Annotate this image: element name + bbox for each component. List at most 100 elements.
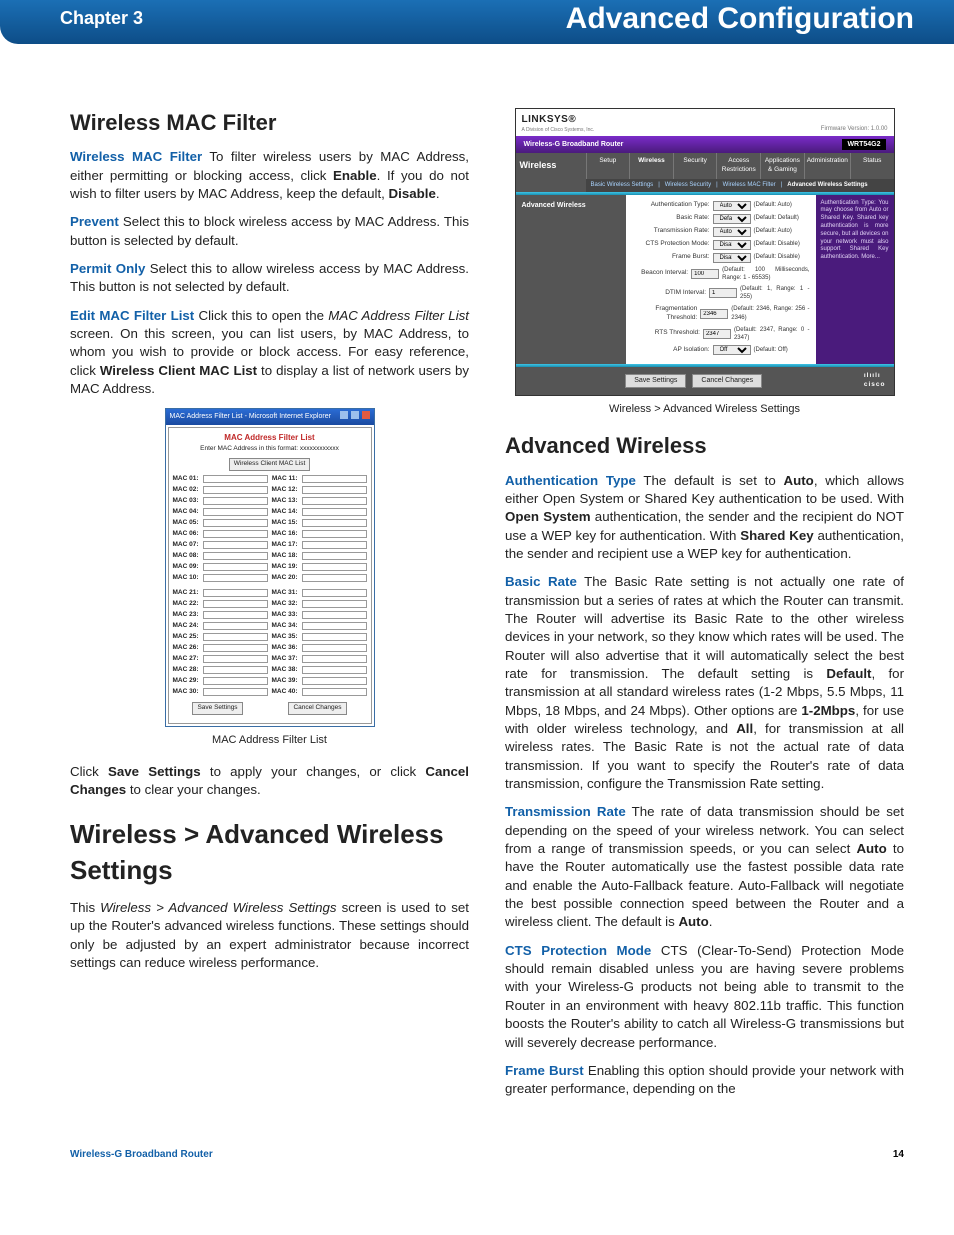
linksys-logo: LINKSYS® [522,113,595,127]
mac-input[interactable] [203,508,268,516]
mac-input[interactable] [203,589,268,597]
form-input[interactable] [700,309,728,319]
mac-input[interactable] [203,677,268,685]
aw-caption: Wireless > Advanced Wireless Settings [505,402,904,417]
mac-input[interactable] [203,633,268,641]
mac-save-button[interactable]: Save Settings [192,702,242,715]
mac-input[interactable] [203,563,268,571]
mac-input-grid-1: MAC 01:MAC 11:MAC 02:MAC 12:MAC 03:MAC 1… [173,475,367,583]
mac-input[interactable] [203,622,268,630]
mac-input[interactable] [302,611,367,619]
form-select[interactable]: Auto [713,227,751,237]
tab-status[interactable]: Status [850,153,894,179]
form-input[interactable] [691,269,719,279]
mac-input[interactable] [203,519,268,527]
mac-input[interactable] [203,552,268,560]
para-permit-only: Permit Only Select this to allow wireles… [70,260,469,297]
subtab-wireless-mac-filter[interactable]: Wireless MAC Filter [718,179,781,191]
form-row: DTIM Interval:(Default: 1, Range: 1 - 25… [632,285,810,302]
mac-input[interactable] [302,497,367,505]
sub-tabs: Basic Wireless Settings|Wireless Securit… [586,179,894,191]
close-icon[interactable] [362,411,370,419]
tab-setup[interactable]: Setup [586,153,630,179]
form-select[interactable]: Auto [713,201,751,211]
tab-access-restrictions[interactable]: Access Restrictions [716,153,760,179]
form-select[interactable]: Default [713,214,751,224]
mac-input[interactable] [203,666,268,674]
mac-input[interactable] [302,530,367,538]
form-input[interactable] [709,288,737,298]
form-select[interactable]: Disable [713,240,751,250]
subtab-wireless-security[interactable]: Wireless Security [660,179,716,191]
tab-applications-gaming[interactable]: Applications & Gaming [760,153,804,179]
tab-administration[interactable]: Administration [804,153,850,179]
mac-input[interactable] [302,622,367,630]
subtab-basic-wireless-settings[interactable]: Basic Wireless Settings [586,179,659,191]
mac-label: MAC 15: [272,519,298,528]
mac-cancel-button[interactable]: Cancel Changes [288,702,346,715]
mac-input[interactable] [302,475,367,483]
mac-input[interactable] [302,655,367,663]
form-hint: (Default: Disable) [754,253,800,261]
form-section-label: Advanced Wireless [516,195,626,365]
page-header: Chapter 3 Advanced Configuration [0,0,954,44]
mac-input[interactable] [302,666,367,674]
mac-input[interactable] [203,611,268,619]
mac-input[interactable] [203,497,268,505]
mac-input[interactable] [203,475,268,483]
aw-cancel-button[interactable]: Cancel Changes [692,374,762,388]
mac-input[interactable] [302,552,367,560]
mac-input[interactable] [302,563,367,571]
form-hint: (Default: 2347, Range: 0 - 2347) [734,326,810,343]
term-authentication-type: Authentication Type [505,473,636,488]
para-auth-type: Authentication Type The default is set t… [505,472,904,564]
form-row: CTS Protection Mode:Disable(Default: Dis… [632,240,810,250]
mac-label: MAC 38: [272,666,298,675]
aw-save-button[interactable]: Save Settings [625,374,686,388]
mac-input[interactable] [302,519,367,527]
mac-input[interactable] [203,688,268,696]
tab-security[interactable]: Security [673,153,717,179]
mac-input[interactable] [302,589,367,597]
nav-section-label: Wireless [516,153,586,191]
mac-input[interactable] [203,574,268,582]
mac-input[interactable] [203,644,268,652]
mac-input[interactable] [302,677,367,685]
mac-input[interactable] [302,486,367,494]
mac-label: MAC 27: [173,655,199,664]
form-label: Beacon Interval: [632,269,689,278]
cisco-logo: ılıılıcisco [864,372,886,390]
mac-input[interactable] [302,644,367,652]
mac-input[interactable] [203,600,268,608]
form-label: Authentication Type: [632,201,710,210]
subtab-advanced-wireless-settings[interactable]: Advanced Wireless Settings [782,179,872,191]
mac-input[interactable] [302,508,367,516]
mac-input[interactable] [302,688,367,696]
mac-input[interactable] [302,600,367,608]
wireless-client-mac-list-button[interactable]: Wireless Client MAC List [229,458,311,471]
mac-label: MAC 34: [272,622,298,631]
mac-label: MAC 31: [272,589,298,598]
mac-label: MAC 20: [272,574,298,583]
term-wireless-mac-filter: Wireless MAC Filter [70,149,202,164]
mac-label: MAC 18: [272,552,298,561]
main-tabs: SetupWirelessSecurityAccess Restrictions… [586,153,894,179]
maximize-icon[interactable] [351,411,359,419]
form-input[interactable] [703,329,731,339]
mac-input[interactable] [203,541,268,549]
mac-input[interactable] [203,530,268,538]
para-adv-intro: This Wireless > Advanced Wireless Settin… [70,899,469,972]
mac-input[interactable] [203,655,268,663]
form-row: Fragmentation Threshold:(Default: 2346, … [632,305,810,323]
term-permit-only: Permit Only [70,261,145,276]
mac-input[interactable] [302,574,367,582]
tab-wireless[interactable]: Wireless [629,153,673,179]
mac-input[interactable] [203,486,268,494]
mac-label: MAC 39: [272,677,298,686]
mac-input[interactable] [302,633,367,641]
mac-label: MAC 11: [272,475,298,484]
form-select[interactable]: Disable [713,253,751,263]
mac-input[interactable] [302,541,367,549]
minimize-icon[interactable] [340,411,348,419]
form-select[interactable]: Off [713,345,751,355]
